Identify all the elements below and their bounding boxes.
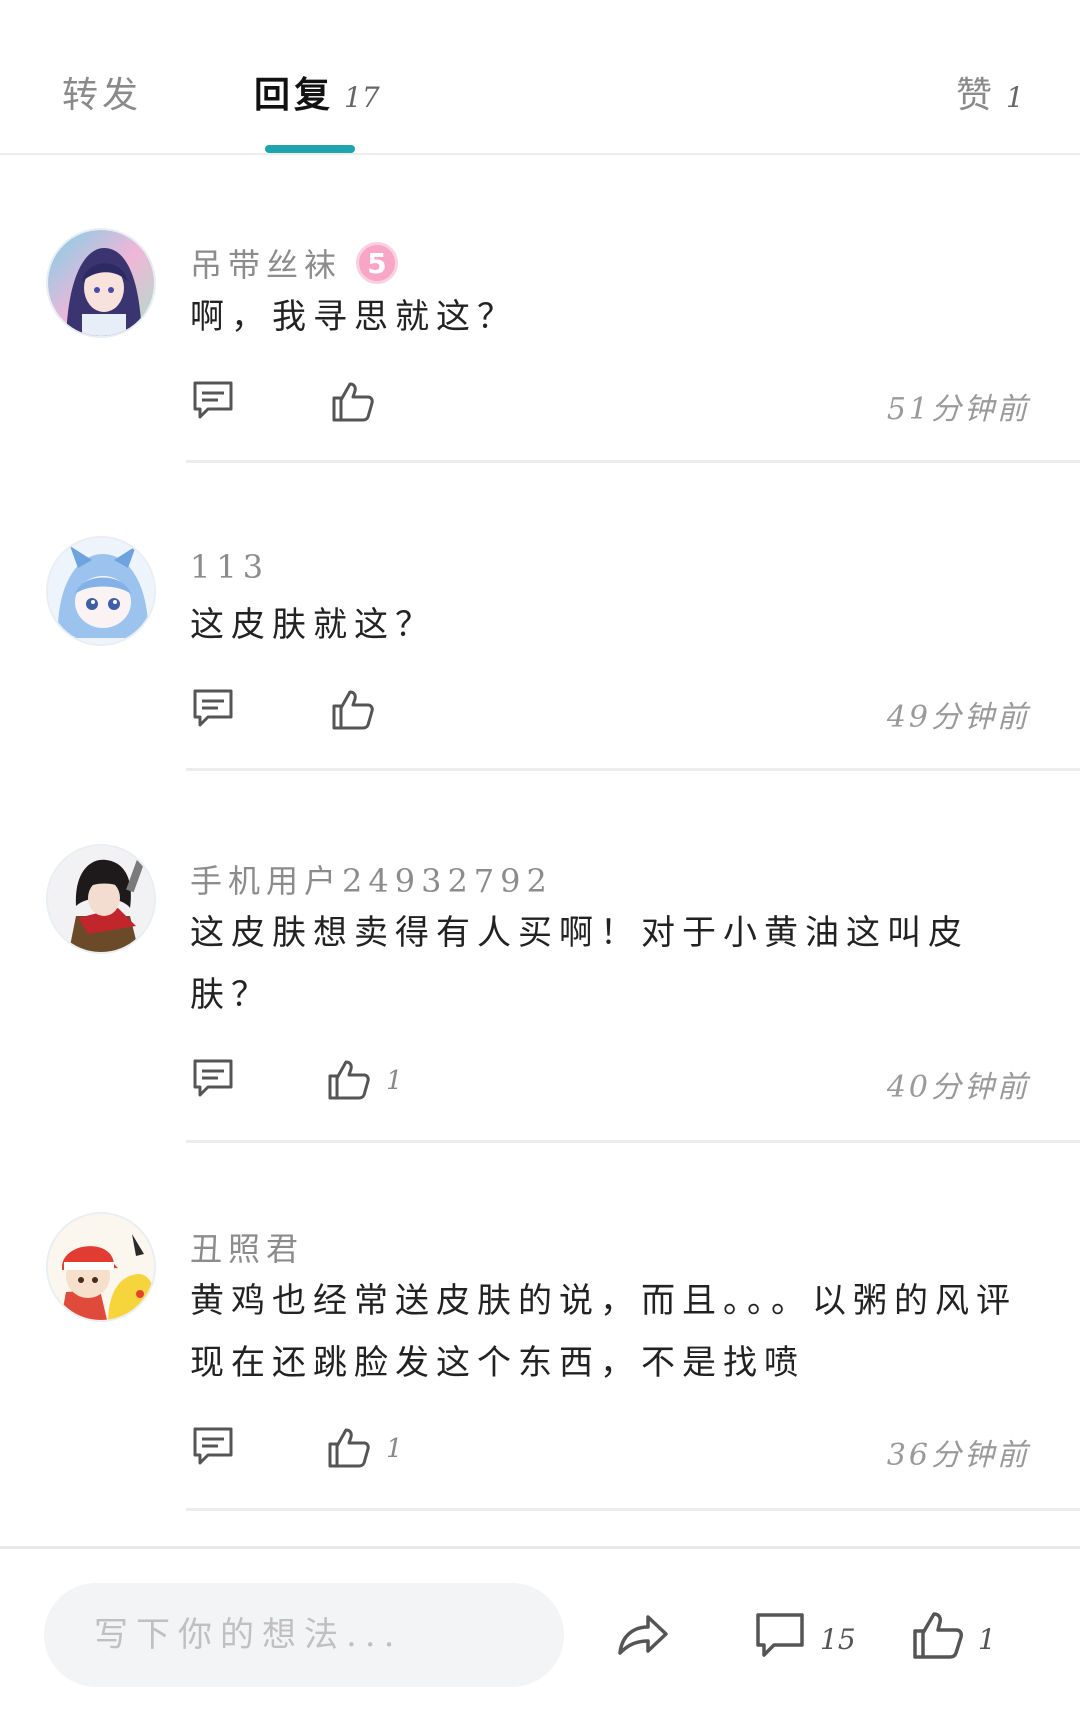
tab-reply-label: 回复 [254, 74, 335, 116]
comment-input-placeholder: 写下你的想法... [94, 1615, 403, 1655]
like-count: 1 [978, 1623, 996, 1656]
comment-time: 51分钟前 [886, 392, 1030, 427]
like-count: 1 [386, 1434, 403, 1464]
avatar[interactable] [46, 1212, 156, 1322]
comment-actions: 49分钟前 [190, 686, 1030, 736]
tab-repost-label: 转发 [62, 75, 143, 116]
divider [186, 1508, 1080, 1511]
avatar[interactable] [46, 536, 156, 646]
username[interactable]: 手机用户24932792 [190, 856, 553, 902]
tab-repost[interactable]: 转发 [62, 66, 142, 118]
tab-bar: 转发 回复 17 赞1 [0, 0, 1080, 155]
avatar[interactable] [46, 228, 156, 338]
divider [186, 1140, 1080, 1143]
comment-text: 啊，我寻思就这？ [190, 297, 518, 337]
username-text: 113 [190, 548, 270, 586]
tab-like-count: 1 [1006, 81, 1024, 114]
username[interactable]: 吊带丝袜 5 [190, 240, 399, 286]
comment-icon[interactable] [752, 1607, 808, 1663]
divider [186, 768, 1080, 771]
bottom-action-bar: 写下你的想法... 15 1 [0, 1546, 1080, 1709]
comment-text: 这皮肤想卖得有人买啊！对于小黄油这叫皮肤？ [190, 913, 969, 1015]
comment-icon[interactable] [190, 1056, 236, 1102]
comment-text: 黄鸡也经常送皮肤的说，而且。。。以粥的风评现在还跳脸发这个东西，不是找喷 [190, 1281, 1017, 1383]
thumbs-up-icon[interactable] [330, 378, 376, 424]
comment-icon[interactable] [190, 686, 236, 732]
thumbs-up-icon[interactable] [326, 1424, 372, 1470]
tab-reply[interactable]: 回复 17 [254, 66, 380, 118]
username[interactable]: 丑照君 [190, 1224, 304, 1270]
share-icon[interactable] [614, 1607, 670, 1663]
thumbs-up-icon[interactable] [910, 1607, 966, 1663]
level-badge: 5 [356, 242, 399, 284]
comment-icon[interactable] [190, 378, 236, 424]
comment-input[interactable]: 写下你的想法... [44, 1583, 564, 1687]
thumbs-up-icon[interactable] [326, 1056, 372, 1102]
username-text: 手机用户24932792 [190, 862, 553, 900]
comment-actions: 51分钟前 [190, 378, 1030, 428]
active-tab-indicator [265, 145, 355, 153]
username-text: 丑照君 [190, 1230, 305, 1268]
avatar[interactable] [46, 844, 156, 954]
comment-icon[interactable] [190, 1424, 236, 1470]
comment-actions: 1 36分钟前 [190, 1424, 1030, 1474]
username-text: 吊带丝袜 [190, 246, 343, 284]
comment-text: 这皮肤就这？ [190, 605, 436, 645]
like-count: 1 [386, 1066, 403, 1096]
thumbs-up-icon[interactable] [330, 686, 376, 732]
tab-reply-count: 17 [344, 81, 380, 114]
username[interactable]: 113 [190, 548, 269, 586]
tab-like-label: 赞 [956, 75, 997, 116]
comment-time: 36分钟前 [886, 1438, 1030, 1473]
comment-time: 40分钟前 [886, 1070, 1030, 1105]
divider [186, 460, 1080, 463]
tab-like[interactable]: 赞1 [956, 66, 1024, 118]
comment-actions: 1 40分钟前 [190, 1056, 1030, 1106]
comment-time: 49分钟前 [886, 700, 1030, 735]
comment-count: 15 [820, 1623, 856, 1656]
